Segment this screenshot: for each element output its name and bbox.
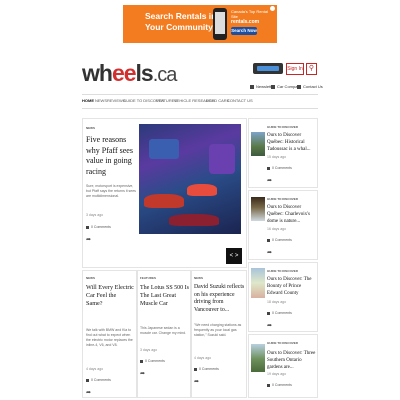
sidebar-tag[interactable]: GUIDE TO DISCOVER [267, 125, 298, 129]
contact-us-link[interactable]: Contact Us [297, 84, 323, 89]
comment-icon [86, 225, 89, 229]
comment-icon [267, 238, 270, 242]
sidebar-thumbnail[interactable] [251, 132, 265, 156]
sidebar-headline[interactable]: Ours to Discover Québec: Charlevoix's do… [267, 204, 317, 225]
search-button[interactable]: ⚲ [306, 63, 317, 75]
phone-icon [213, 8, 227, 40]
promo-badge[interactable] [253, 63, 283, 74]
ad-banner[interactable]: Search Rentals in Your Community Canada'… [123, 5, 277, 43]
article-time: 4 days ago [86, 367, 104, 371]
sidebar-comments[interactable]: 0 Comments [267, 311, 292, 315]
comment-icon [140, 359, 143, 363]
comment-icon [267, 166, 270, 170]
sidebar-tag[interactable]: GUIDE TO DISCOVER [267, 341, 298, 345]
sidebar-comments-label: 0 Comments [272, 311, 292, 315]
feature-excerpt: Sure, motorsport is expensive, but Pfaff… [86, 184, 136, 198]
feature-comments-label: 0 Comments [91, 225, 111, 229]
nav-used-cars[interactable]: USED CARS [206, 98, 229, 103]
article-time: 4 days ago [194, 356, 212, 360]
sidebar-tag[interactable]: GUIDE TO DISCOVER [267, 197, 298, 201]
share-icon[interactable]: ➦ [267, 249, 272, 256]
article-comments-label: 0 Comments [199, 367, 219, 371]
main-nav: HOME NEWS REVIEWS GUIDE TO DISCOVER FEAT… [82, 98, 318, 106]
mail-icon [250, 84, 254, 89]
sidebar-comments-label: 0 Comments [272, 166, 292, 170]
sidebar-time: 19 days ago [267, 372, 287, 376]
comment-icon [267, 383, 270, 387]
article-headline[interactable]: Will Every Electric Car Feel the Same? [86, 284, 134, 308]
sidebar-headline[interactable]: Ours to Discover: Three Southern Ontario… [267, 350, 317, 371]
contact-icon [297, 84, 301, 89]
logo-suffix: .ca [152, 64, 178, 86]
article-time: 3 days ago [140, 348, 158, 352]
sidebar-time: 16 days ago [267, 227, 287, 231]
ad-headline-line-1: Search Rentals in [145, 11, 217, 21]
share-icon[interactable]: ➦ [86, 236, 91, 243]
article-tag[interactable]: FEATURES [140, 276, 156, 280]
article-headline[interactable]: The Lotus SS 500 Is The Last Great Muscl… [140, 284, 190, 308]
site-logo[interactable]: wheels.ca [82, 60, 178, 87]
display-panel-shape [209, 144, 235, 174]
feature-headline[interactable]: Five reasons why Pfaff sees value in goi… [86, 135, 136, 177]
feature-tag[interactable]: NEWS [86, 126, 95, 130]
sidebar-comments[interactable]: 0 Comments [267, 166, 292, 170]
feature-comments[interactable]: 0 Comments [86, 225, 111, 229]
share-icon[interactable]: ➦ [86, 389, 91, 396]
nav-home[interactable]: HOME [82, 98, 94, 103]
sidebar-comments-label: 0 Comments [272, 238, 292, 242]
article-comments-label: 0 Comments [91, 378, 111, 382]
article-comments[interactable]: 0 Comments [86, 378, 111, 382]
share-icon[interactable]: ➦ [194, 378, 199, 385]
ad-info-icon[interactable] [270, 6, 275, 11]
contact-us-label: Contact Us [303, 84, 323, 89]
comment-icon [194, 367, 197, 371]
race-car-shape [169, 214, 219, 226]
article-tag[interactable]: NEWS [194, 276, 203, 280]
article-comments[interactable]: 0 Comments [140, 359, 165, 363]
logo-main: wheels [82, 60, 154, 86]
logo-accent: ee [111, 60, 137, 86]
sidebar-time: 15 days ago [267, 155, 287, 159]
article-excerpt: "We need charging stations as frequently… [194, 323, 242, 337]
race-car-shape [144, 194, 184, 208]
article-excerpt: We talk with BMW and Kia to find out wha… [86, 328, 133, 347]
sidebar-comments-label: 0 Comments [272, 383, 292, 387]
share-icon[interactable]: ➦ [267, 177, 272, 184]
search-icon: ⚲ [308, 65, 315, 72]
ad-headline-line-2: Your Community [145, 22, 213, 32]
nav-contact-us[interactable]: CONTACT US [227, 98, 253, 103]
sidebar-tag[interactable]: GUIDE TO DISCOVER [267, 269, 298, 273]
sign-in-button[interactable]: Sign In [286, 63, 304, 75]
sidebar-thumbnail[interactable] [251, 268, 265, 298]
feature-time: 3 days ago [86, 213, 104, 217]
article-excerpt: This Japanese sedan is a muscle car. Cha… [140, 326, 187, 335]
sidebar-comments[interactable]: 0 Comments [267, 238, 292, 242]
comment-icon [267, 311, 270, 315]
sidebar-comments[interactable]: 0 Comments [267, 383, 292, 387]
nav-news[interactable]: NEWS [95, 98, 107, 103]
ad-search-button[interactable]: Search Now [231, 27, 257, 35]
ad-brand: rentals.com [231, 19, 260, 25]
display-panel-shape [149, 139, 179, 159]
article-headline[interactable]: David Suzuki reflects on his experience … [194, 284, 246, 314]
sidebar-thumbnail[interactable] [251, 344, 265, 372]
ad-small-text: Canada's Top Rental Site [231, 9, 268, 19]
carousel-arrows[interactable]: < > [226, 248, 242, 264]
sidebar-time: 18 days ago [267, 300, 287, 304]
compare-icon [271, 84, 275, 89]
nav-divider-bottom [82, 108, 318, 109]
share-icon[interactable]: ➦ [267, 322, 272, 329]
article-comments-label: 0 Comments [145, 359, 165, 363]
race-car-shape [187, 184, 217, 196]
sidebar-headline[interactable]: Ours to Discover Québec: Historical Tado… [267, 132, 317, 153]
feature-image[interactable] [139, 124, 241, 234]
article-tag[interactable]: NEWS [86, 276, 95, 280]
comment-icon [86, 378, 89, 382]
article-comments[interactable]: 0 Comments [194, 367, 219, 371]
sidebar-thumbnail[interactable] [251, 197, 265, 221]
nav-divider-top [82, 94, 318, 95]
share-icon[interactable]: ➦ [140, 370, 145, 377]
sidebar-headline[interactable]: Ours to Discover: The Bounty of Prince E… [267, 276, 317, 297]
ad-headline: Search Rentals in Your Community [145, 11, 216, 33]
